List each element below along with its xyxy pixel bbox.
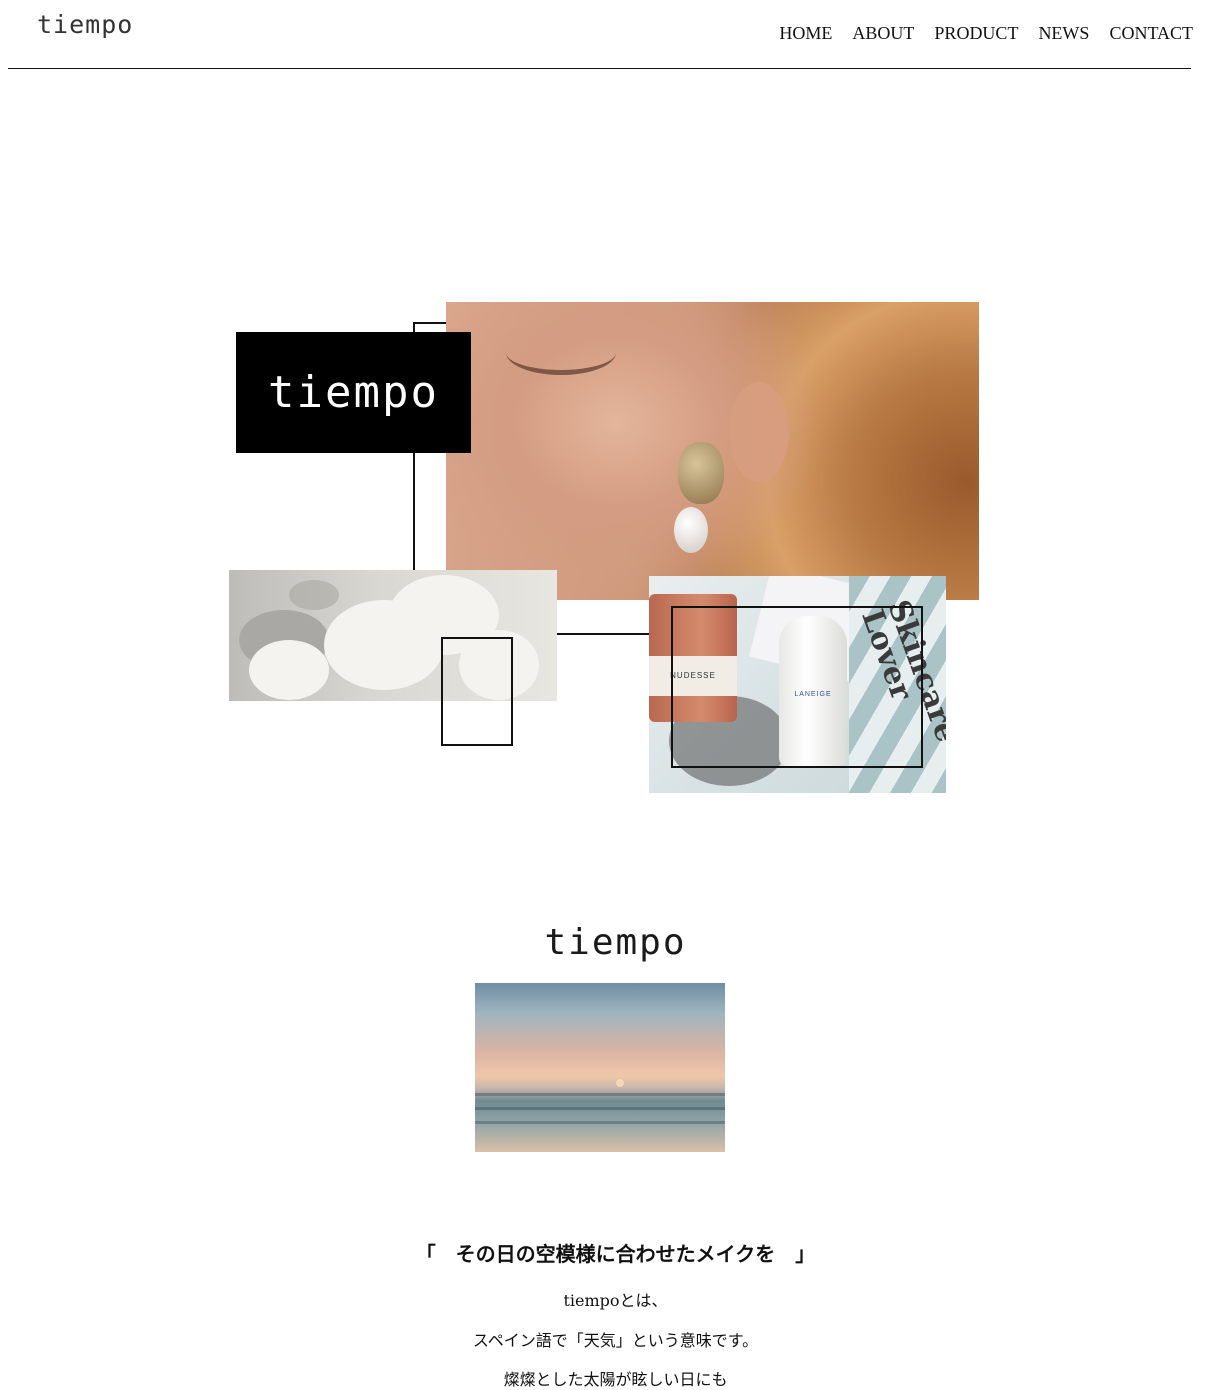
pearl-drop: [674, 507, 708, 553]
hero-logo-box: tiempo: [236, 332, 471, 453]
sun: [616, 1079, 624, 1087]
tagline: 「 その日の空模様に合わせたメイクを 」: [415, 1242, 816, 1266]
about-line-3: 燦燦とした太陽が眩しい日にも: [503, 1370, 728, 1389]
product-outline-rect: [671, 606, 923, 768]
hero-face-image: [446, 302, 979, 600]
cloud-outline-rect: [441, 637, 513, 746]
hero-collage: tiempo NUDESSE Skincare Lover LANEIGE: [0, 0, 1231, 820]
face-ear: [729, 382, 789, 482]
gold-earring: [678, 442, 724, 504]
sunset-image: [475, 983, 725, 1152]
hero-logo-text: tiempo: [268, 367, 439, 418]
about-line-2: スペイン語で「天気」という意味です。: [472, 1331, 759, 1350]
frame-line-top: [413, 322, 447, 324]
frame-line-bottom: [557, 633, 650, 635]
face-eye: [506, 330, 616, 375]
about-line-1: tiempoとは、: [563, 1291, 668, 1310]
about-logo: tiempo: [544, 922, 687, 963]
